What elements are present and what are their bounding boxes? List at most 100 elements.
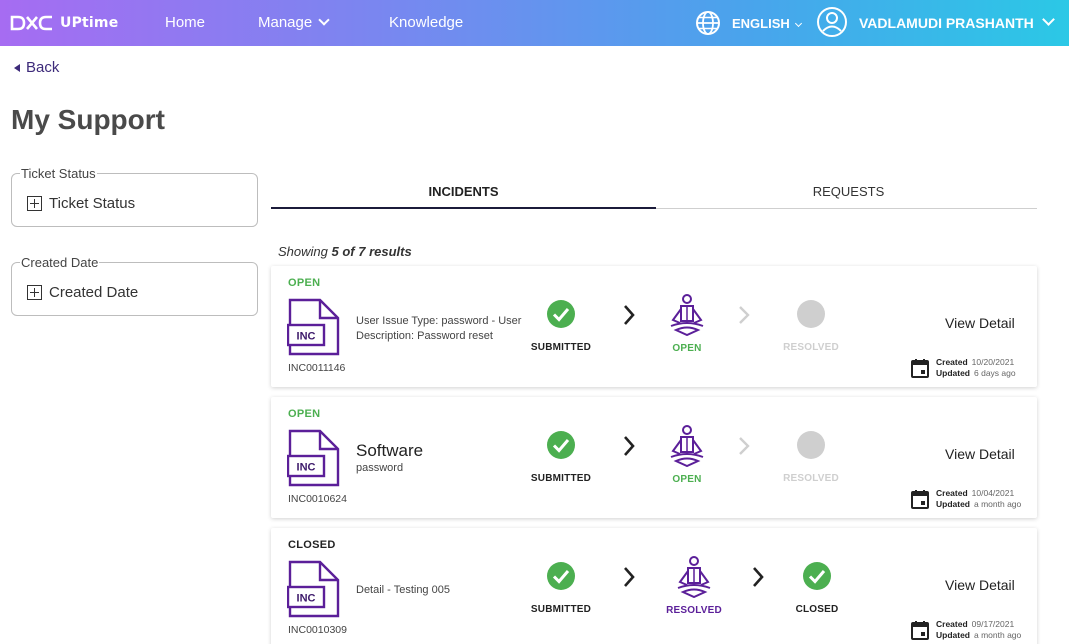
meditation-figure-icon [677,556,711,599]
created-date: Created 10/04/2021 [936,488,1014,498]
active-tab-underline [271,207,656,209]
logo-text: UPtime [60,15,119,31]
created-label: Created [936,357,968,367]
ticket-state: CLOSED [288,539,336,551]
step-label: SUBMITTED [530,342,592,353]
incident-document-icon: INC [287,560,340,618]
check-circle-icon [547,300,575,328]
incident-document-icon: INC [287,298,340,356]
chevron-right-icon [739,306,750,324]
filter-legend: Created Date [20,255,100,270]
nav-knowledge-link[interactable]: Knowledge [389,14,463,31]
ticket-number: INC0010624 [288,493,347,505]
step-label: CLOSED [795,604,839,615]
ticket-state: OPEN [288,408,321,420]
step-label: RESOLVED [783,342,839,353]
back-link[interactable]: Back [14,59,59,76]
chevron-down-icon [794,19,802,28]
created-date: Created 10/20/2021 [936,357,1014,367]
view-detail-link[interactable]: View Detail [945,577,1015,593]
created-date-expand[interactable]: Created Date [27,284,138,301]
incident-document-icon: INC [287,429,340,487]
chevron-down-icon [318,14,330,26]
step-submitted: SUBMITTED [526,561,596,615]
check-circle-icon [547,562,575,590]
user-menu[interactable]: VADLAMUDI PRASHANTH [859,13,1055,31]
results-count: Showing 5 of 7 results [278,244,412,259]
view-detail-link[interactable]: View Detail [945,315,1015,331]
chevron-right-icon [624,436,635,456]
updated-label: Updated [936,630,970,640]
chevron-down-icon [1041,13,1055,26]
doc-icon-text: INC [297,331,316,343]
ticket-title: Software [356,441,424,460]
updated-date: Updated a month ago [936,499,1021,509]
step-resolved: RESOLVED [776,430,846,484]
step-label: SUBMITTED [530,604,592,615]
top-navbar: UPtime Home Manage Knowledge ENGLISH VAD… [0,0,1069,46]
dxc-uptime-logo[interactable]: UPtime [10,12,118,34]
calendar-icon [911,490,929,509]
back-label: Back [26,59,60,76]
ticket-status-filter: Ticket Status Ticket Status [11,166,258,227]
created-date-filter: Created Date Created Date [11,255,258,316]
ticket-dates: Created 10/04/2021 Updated a month ago [911,488,1031,512]
ticket-issue-type: User Issue Type: password - User [356,315,522,327]
step-label: OPEN [672,474,702,485]
ticket-dates: Created 10/20/2021 Updated 6 days ago [911,357,1031,381]
step-label: RESOLVED [666,605,722,616]
step-submitted: SUBMITTED [526,430,596,484]
updated-date: Updated a month ago [936,630,1021,640]
page-title: My Support [11,104,165,135]
updated-value: 6 days ago [974,368,1016,378]
ticket-number: INC0010309 [288,624,347,636]
created-value: 09/17/2021 [971,619,1015,629]
filter-legend: Ticket Status [20,166,97,181]
expand-plus-icon [27,196,42,211]
step-closed: CLOSED [782,561,852,615]
nav-manage-label: Manage [258,14,313,31]
meditation-figure-icon [670,425,704,468]
doc-icon-text: INC [297,462,316,474]
meditation-figure-icon [670,294,704,337]
created-value: 10/20/2021 [971,357,1015,367]
updated-date: Updated 6 days ago [936,368,1016,378]
ticket-card[interactable]: OPEN INC INC0011146 User Issue Type: pas… [271,266,1037,387]
step-label: OPEN [672,343,702,354]
created-label: Created [936,619,968,629]
nav-home-link[interactable]: Home [165,14,205,31]
updated-label: Updated [936,368,970,378]
ticket-subtitle: password [356,462,404,474]
calendar-icon [911,359,929,378]
filter-label: Ticket Status [49,195,136,212]
ticket-card[interactable]: CLOSED INC INC0010309 Detail - Testing 0… [271,528,1037,644]
step-open: OPEN [657,425,717,485]
ticket-dates: Created 09/17/2021 Updated a month ago [911,619,1031,643]
ticket-status-expand[interactable]: Ticket Status [27,195,135,212]
username-label: VADLAMUDI PRASHANTH [859,15,1034,31]
updated-value: a month ago [974,630,1022,640]
ticket-card[interactable]: OPEN INC INC0010624 Software password SU… [271,397,1037,518]
step-resolved: RESOLVED [658,556,730,616]
created-value: 10/04/2021 [971,488,1015,498]
tab-requests[interactable]: REQUESTS [656,184,1041,199]
view-detail-link[interactable]: View Detail [945,446,1015,462]
updated-value: a month ago [974,499,1022,509]
ticket-description: User Issue Type: password - User Descrip… [356,314,521,344]
ticket-tabs: INCIDENTS REQUESTS [271,172,1037,209]
chevron-right-icon [753,567,764,587]
globe-icon[interactable] [695,10,721,36]
step-open: OPEN [657,294,717,354]
chevron-right-icon [624,567,635,587]
check-circle-icon [803,562,831,590]
pending-circle-icon [797,431,825,459]
showing-prefix: Showing [278,244,328,259]
user-avatar-icon[interactable] [816,6,848,38]
nav-manage-menu[interactable]: Manage [258,14,330,31]
tab-incidents[interactable]: INCIDENTS [271,184,656,199]
step-submitted: SUBMITTED [526,299,596,353]
chevron-right-icon [624,305,635,325]
language-selector[interactable]: ENGLISH [732,16,802,31]
language-label: ENGLISH [732,16,790,31]
created-label: Created [936,488,968,498]
